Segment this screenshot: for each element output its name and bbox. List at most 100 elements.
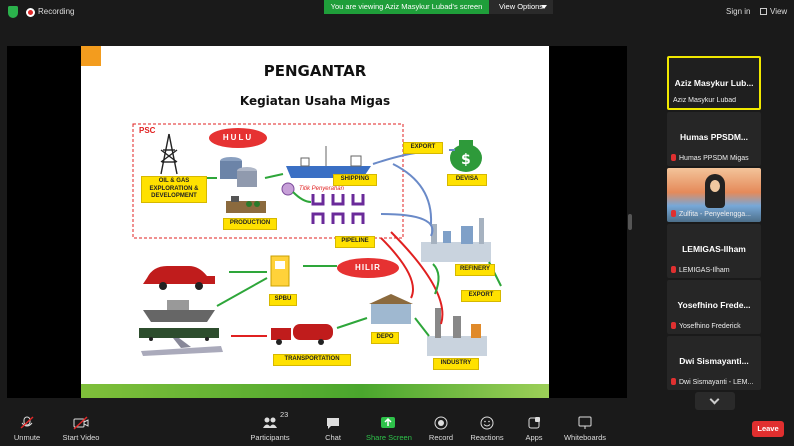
share-screen-icon — [381, 417, 395, 428]
sign-in-link[interactable]: Sign in — [726, 7, 750, 16]
tile-sub-name-text: Zulfita - Penyelengga... — [679, 211, 751, 218]
production-label: PRODUCTION — [223, 218, 277, 230]
tile-big-name: Yosefhino Frede... — [677, 300, 751, 310]
video-tile-zulfita[interactable]: Zulfita - Penyelengga... — [667, 168, 761, 222]
security-shield-icon[interactable] — [8, 6, 18, 18]
flow-arrow — [264, 173, 284, 179]
oil-rig-icon — [160, 133, 178, 175]
top-bar: Recording You are viewing Aziz Masykur L… — [0, 0, 794, 26]
reactions-button[interactable]: Reactions — [470, 410, 504, 446]
tile-big-name: Dwi Sismayanti... — [679, 356, 749, 366]
apps-label: Apps — [525, 433, 543, 442]
refinery-label: REFINERY — [455, 264, 495, 276]
tile-sub-name-text: LEMIGAS-Ilham — [679, 267, 730, 274]
muted-mic-icon — [671, 210, 676, 217]
video-off-icon — [73, 416, 89, 430]
video-tile-aziz[interactable]: Aziz Masykur Lub... Aziz Masykur Lubad — [667, 56, 761, 110]
record-icon — [434, 416, 448, 430]
whiteboards-label: Whiteboards — [563, 433, 607, 442]
tile-sub-name-text: Dwi Sismayanti - LEM... — [679, 379, 754, 386]
video-tile-humas[interactable]: Humas PPSDM... Humas PPSDM Migas — [667, 112, 761, 166]
unmute-button[interactable]: Unmute — [10, 410, 44, 446]
smiley-icon — [480, 416, 494, 430]
hulu-ellipse: HULU — [209, 128, 267, 148]
titik-penyerahan-label: Titik Penyerahan — [299, 186, 344, 192]
flow-arrow — [380, 213, 434, 237]
view-button[interactable]: View — [760, 7, 787, 16]
apps-button[interactable]: Apps — [520, 410, 548, 446]
flow-arrow — [216, 277, 268, 307]
participant-face — [710, 180, 720, 192]
leave-button[interactable]: Leave — [752, 421, 784, 437]
flow-arrow — [432, 263, 440, 295]
pipeline-label: PIPELINE — [335, 236, 375, 248]
chevron-down-icon — [541, 5, 547, 9]
tile-sub-name: Humas PPSDM Migas — [671, 154, 749, 162]
chat-icon — [327, 418, 339, 429]
svg-text:$: $ — [461, 152, 471, 168]
muted-mic-icon — [671, 154, 676, 161]
recording-label: Recording — [38, 7, 75, 16]
cargo-ship-icon — [143, 300, 215, 322]
depot-icon — [369, 294, 413, 324]
tile-sub-name: Yosefhino Frederick — [671, 322, 741, 330]
chat-label: Chat — [325, 433, 341, 442]
gas-pump-icon — [270, 255, 290, 287]
apps-icon — [528, 417, 540, 429]
start-video-label: Start Video — [62, 433, 100, 442]
video-tile-lemigas[interactable]: LEMIGAS-Ilham LEMIGAS-Ilham — [667, 224, 761, 278]
spbu-label: SPBU — [269, 294, 297, 306]
flow-arrow — [372, 151, 424, 165]
reactions-label: Reactions — [470, 433, 504, 442]
grid-icon — [760, 8, 767, 15]
record-label: Record — [428, 433, 454, 442]
video-tile-dwi[interactable]: Dwi Sismayanti... Dwi Sismayanti - LEM..… — [667, 336, 761, 390]
panel-resize-handle[interactable] — [628, 214, 632, 230]
psc-label: PSC — [139, 126, 156, 135]
muted-mic-icon — [671, 322, 676, 329]
tanker-truck-icon — [271, 324, 333, 345]
oil-gas-exploration-label: OIL & GAS EXPLORATION & DEVELOPMENT — [141, 176, 207, 203]
flow-arrow — [414, 317, 430, 337]
flow-arrow — [292, 191, 312, 203]
industry-label: INDUSTRY — [433, 358, 479, 370]
depo-label: DEPO — [371, 332, 399, 344]
muted-microphone-icon — [20, 416, 34, 429]
share-screen-label: Share Screen — [366, 433, 412, 442]
airplane-icon — [141, 338, 223, 356]
view-options-button[interactable]: View Options — [489, 0, 553, 14]
meeting-toolbar: Unmute Start Video Participants 23 Chat … — [0, 410, 794, 446]
tile-sub-name-text: Humas PPSDM Migas — [679, 155, 749, 162]
video-tile-yosefhino[interactable]: Yosefhino Frede... Yosefhino Frederick — [667, 280, 761, 334]
storage-tanks-icon — [220, 157, 257, 187]
presentation-slide: PENGANTAR Kegiatan Usaha Migas $ PSC HUL… — [81, 46, 549, 398]
migas-flow-diagram: $ — [132, 123, 502, 356]
export-top-label: EXPORT — [403, 142, 443, 154]
industry-icon — [427, 308, 487, 356]
money-bag-icon: $ — [450, 140, 482, 172]
car-icon — [143, 266, 215, 290]
whiteboard-icon — [578, 416, 592, 429]
export-mid-label: EXPORT — [461, 290, 501, 302]
share-screen-button[interactable]: Share Screen — [366, 410, 412, 446]
start-video-button[interactable]: Start Video — [62, 410, 100, 446]
view-options-label: View Options — [499, 2, 544, 11]
recording-icon — [26, 8, 35, 17]
devisa-label: DEVISA — [447, 174, 487, 186]
tile-sub-name: Zulfita - Penyelengga... — [671, 210, 751, 218]
whiteboards-button[interactable]: Whiteboards — [562, 410, 608, 446]
view-label: View — [770, 7, 788, 16]
scroll-down-button[interactable] — [695, 392, 735, 410]
handover-point-icon — [281, 182, 295, 196]
chat-button[interactable]: Chat — [318, 410, 348, 446]
record-button[interactable]: Record — [426, 410, 456, 446]
participants-count: 23 — [280, 410, 289, 419]
tile-big-name: Humas PPSDM... — [679, 132, 749, 142]
viewing-banner: You are viewing Aziz Masykur Lubad's scr… — [324, 0, 489, 14]
pipeline-icon — [311, 194, 365, 224]
shipping-label: SHIPPING — [333, 174, 377, 186]
tile-sub-name-text: Yosefhino Frederick — [679, 323, 741, 330]
tile-sub-name: Aziz Masykur Lubad — [673, 97, 737, 104]
chevron-down-icon — [709, 394, 720, 405]
muted-mic-icon — [671, 266, 676, 273]
